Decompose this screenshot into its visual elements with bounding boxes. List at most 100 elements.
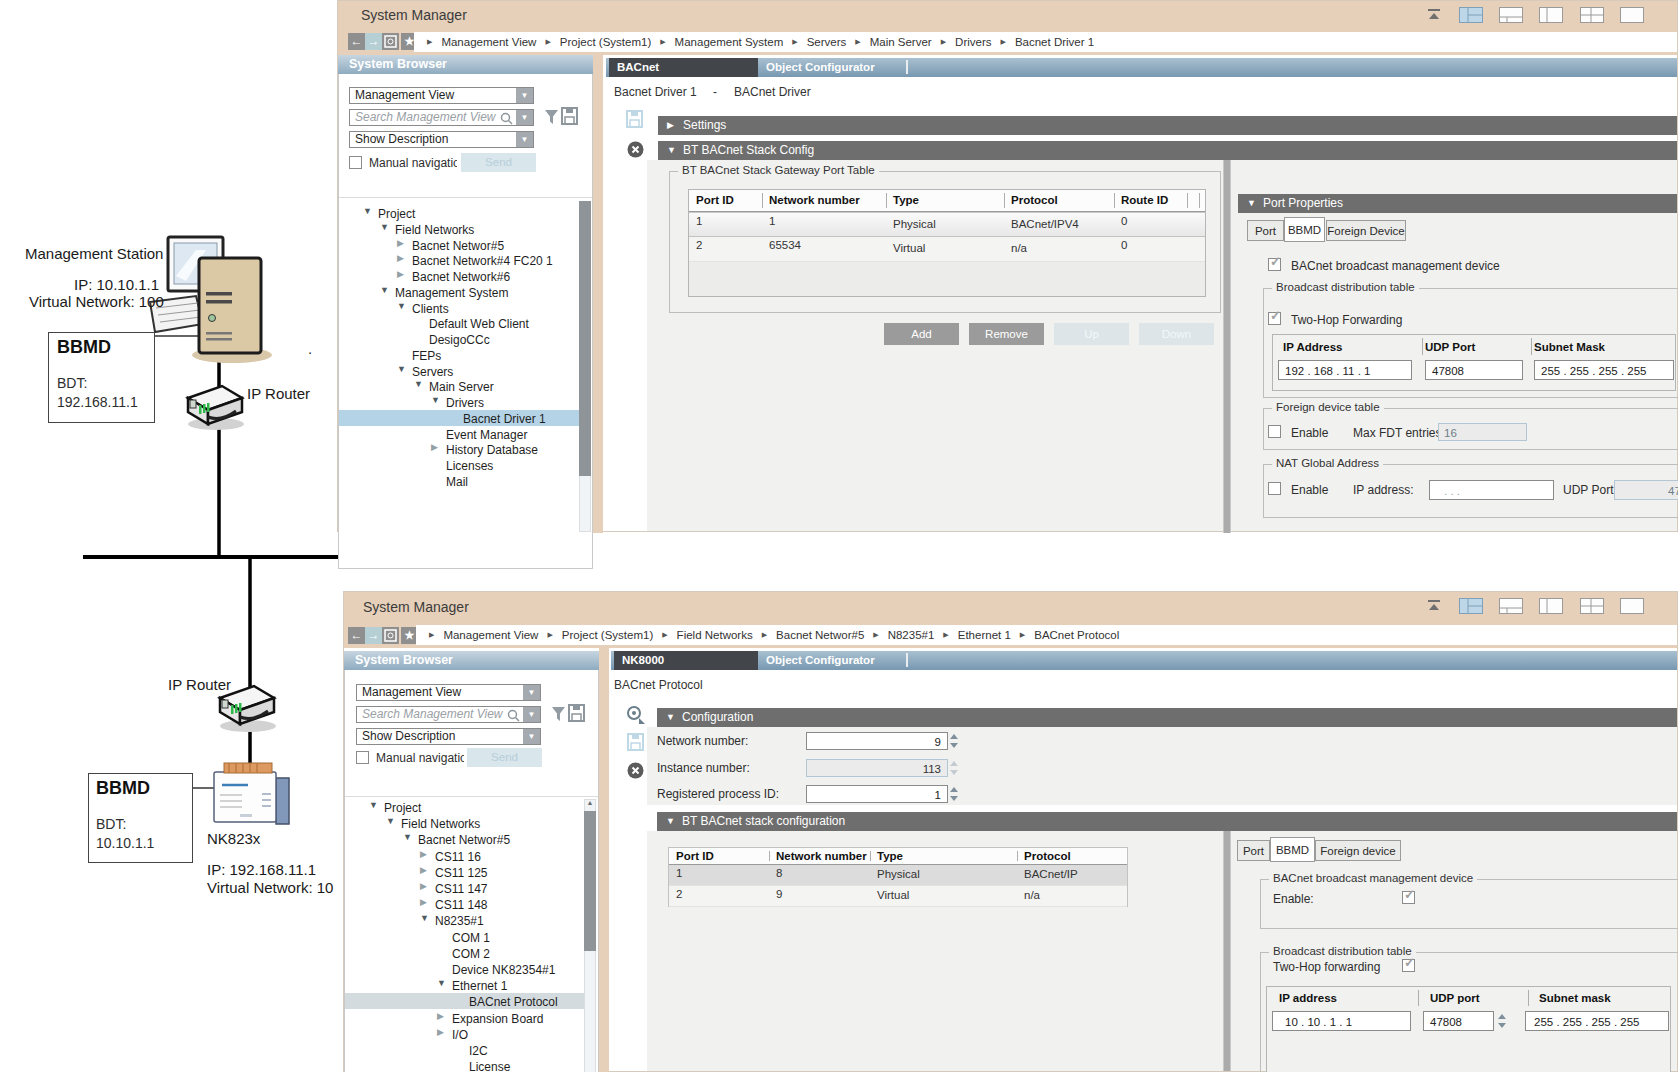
column-header[interactable]: Port ID <box>696 194 734 206</box>
tree-item[interactable]: CS11 125 <box>435 866 487 880</box>
tree-item[interactable]: DesigoCCc <box>429 333 490 347</box>
tree-expanded-icon[interactable]: ▼ <box>363 206 372 216</box>
tab-object-configurator[interactable]: Object Configurator <box>758 58 883 77</box>
tab-port[interactable]: Port <box>1247 220 1284 241</box>
scroll-up-icon[interactable]: ▲ <box>584 799 596 809</box>
breadcrumb-item[interactable]: Bacnet Driver 1 <box>1015 36 1094 48</box>
chevron-down-icon[interactable]: ▼ <box>523 729 540 744</box>
tree-item[interactable]: Bacnet Driver 1 <box>463 412 546 426</box>
chevron-down-icon[interactable]: ▼ <box>523 685 540 700</box>
save-icon[interactable] <box>626 110 643 128</box>
tree-item[interactable]: Mail <box>446 475 468 489</box>
bdt-ip-input[interactable]: 192 . 168 . 11 . 1 <box>1278 360 1412 380</box>
tree-item[interactable]: BACnet Protocol <box>469 995 558 1009</box>
tree-collapsed-icon[interactable]: ▶ <box>431 442 438 452</box>
tree-item[interactable]: Servers <box>412 365 453 379</box>
layout-single-icon[interactable] <box>1620 7 1644 26</box>
discard-icon[interactable] <box>627 141 644 158</box>
up-button[interactable]: Up <box>1054 323 1129 345</box>
breadcrumb-item[interactable]: Servers <box>807 36 847 48</box>
tree-collapsed-icon[interactable]: ▶ <box>420 881 427 891</box>
column-header[interactable]: Type <box>877 850 903 862</box>
down-button[interactable]: Down <box>1139 323 1214 345</box>
layout-left-icon[interactable] <box>1539 7 1563 26</box>
tree-item[interactable]: History Database <box>446 443 538 457</box>
tree-item[interactable]: I/O <box>452 1028 468 1042</box>
view-select[interactable]: Management View▼ <box>356 684 541 701</box>
tab-foreign-device[interactable]: Foreign device <box>1315 840 1401 861</box>
twohop-checkbox[interactable]: ✓ <box>1402 959 1415 972</box>
column-header[interactable]: Port ID <box>676 850 714 862</box>
spinner[interactable] <box>950 732 959 750</box>
tree-item[interactable]: Ethernet 1 <box>452 979 507 993</box>
view-select[interactable]: Management View▼ <box>349 87 534 104</box>
column-header[interactable]: Route ID <box>1121 194 1168 206</box>
breadcrumb-item[interactable]: Bacnet Networ#5 <box>776 629 864 641</box>
tree-item[interactable]: CS11 148 <box>435 898 487 912</box>
tree-item[interactable]: CS11 16 <box>435 850 481 864</box>
tree-item[interactable]: Clients <box>412 302 449 316</box>
send-button[interactable]: Send <box>461 153 536 172</box>
column-header[interactable]: Type <box>893 194 919 206</box>
tab-foreign-device[interactable]: Foreign Device <box>1326 220 1406 241</box>
back-icon[interactable]: ← <box>348 33 365 50</box>
history-icon[interactable] <box>382 33 399 50</box>
tree-collapsed-icon[interactable]: ▶ <box>437 1027 444 1037</box>
layout-bottom-icon[interactable] <box>1499 598 1523 617</box>
layout-left-icon[interactable] <box>1539 598 1563 617</box>
tree-expanded-icon[interactable]: ▼ <box>397 301 406 311</box>
layout-quad-icon[interactable] <box>1580 7 1604 26</box>
instance-number-input[interactable]: 113 <box>806 759 948 777</box>
column-header[interactable]: Network number <box>769 194 860 206</box>
tree-collapsed-icon[interactable]: ▶ <box>397 269 404 279</box>
history-icon[interactable] <box>382 627 399 644</box>
tree-expanded-icon[interactable]: ▼ <box>420 913 429 923</box>
filter-icon[interactable] <box>551 706 566 722</box>
send-button[interactable]: Send <box>467 748 542 767</box>
tree-item[interactable]: Management System <box>395 286 508 300</box>
configuration-section-header[interactable]: ▼Configuration <box>657 708 1677 727</box>
port-properties-header[interactable]: ▼Port Properties <box>1238 194 1677 213</box>
nat-ip-input[interactable]: . . . <box>1429 480 1554 500</box>
tree-item[interactable]: Field Networks <box>401 817 480 831</box>
collapse-panel-icon[interactable] <box>1426 7 1442 25</box>
table-row[interactable]: 18PhysicalBACnet/IP <box>669 865 1127 886</box>
tree-item[interactable]: Default Web Client <box>429 317 529 331</box>
settings-section-header[interactable]: ▶Settings <box>658 116 1677 135</box>
breadcrumb-item[interactable]: BACnet Protocol <box>1034 629 1119 641</box>
save-search-icon[interactable] <box>561 107 578 125</box>
layout-single-icon[interactable] <box>1620 598 1644 617</box>
navigate-icon[interactable] <box>625 704 647 726</box>
tree-scrollbar-thumb[interactable] <box>579 201 591 476</box>
save-search-icon[interactable] <box>568 704 585 722</box>
forward-icon[interactable]: → <box>365 627 382 644</box>
breadcrumb-item[interactable]: Project (System1) <box>560 36 651 48</box>
tree-item[interactable]: CS11 147 <box>435 882 487 896</box>
bdt-ip-input[interactable]: 10 . 10 . 1 . 1 <box>1272 1011 1411 1031</box>
layout-quad-icon[interactable] <box>1580 598 1604 617</box>
tree-expanded-icon[interactable]: ▼ <box>369 800 378 810</box>
splitter[interactable] <box>1223 160 1231 533</box>
tab-port[interactable]: Port <box>1237 840 1270 861</box>
chevron-down-icon[interactable]: ▼ <box>523 707 540 722</box>
breadcrumb-item[interactable]: Main Server <box>870 36 932 48</box>
tree-item[interactable]: Project <box>378 207 415 221</box>
tree-item[interactable]: Field Networks <box>395 223 474 237</box>
tree-expanded-icon[interactable]: ▼ <box>380 285 389 295</box>
tree-collapsed-icon[interactable]: ▶ <box>397 253 404 263</box>
tree-item[interactable]: FEPs <box>412 349 441 363</box>
breadcrumb-item[interactable]: Management View <box>443 629 538 641</box>
spinner[interactable] <box>950 759 959 777</box>
layout-grid-icon[interactable] <box>1459 7 1483 26</box>
back-icon[interactable]: ← <box>348 627 365 644</box>
tree-item[interactable]: Event Manager <box>446 428 527 442</box>
splitter[interactable] <box>1223 831 1231 1071</box>
bdt-mask-input[interactable]: 255 . 255 . 255 . 255 <box>1534 360 1674 380</box>
save-icon[interactable] <box>627 733 644 751</box>
tree-item[interactable]: Main Server <box>429 380 494 394</box>
tree-expanded-icon[interactable]: ▼ <box>380 222 389 232</box>
tab-bbmd[interactable]: BBMD <box>1270 837 1315 862</box>
tree-item[interactable]: Expansion Board <box>452 1012 543 1026</box>
column-header[interactable]: Protocol <box>1011 194 1058 206</box>
network-number-input[interactable]: 9 <box>806 732 948 750</box>
